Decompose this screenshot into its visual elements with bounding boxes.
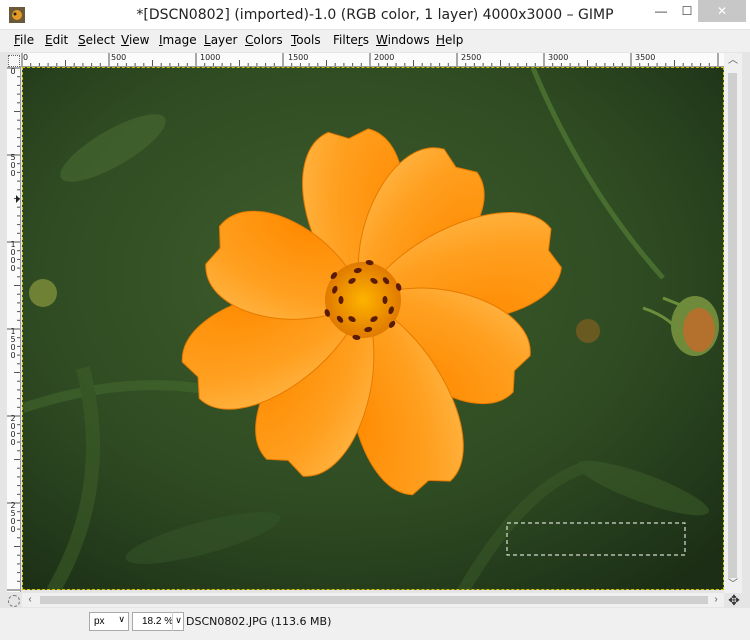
hruler-label: 2000 — [374, 53, 395, 62]
hruler-label: 1000 — [200, 53, 221, 62]
hruler-label: 500 — [111, 53, 127, 62]
menu-image[interactable]: Image — [159, 33, 197, 47]
zoom-value: 18.2 % — [142, 616, 174, 627]
vruler-label: 1000 — [10, 240, 16, 273]
maximize-icon: ☐ — [681, 4, 693, 18]
window-title: *[DSCN0802] (imported)-1.0 (RGB color, 1… — [136, 7, 614, 23]
title-bar: *[DSCN0802] (imported)-1.0 (RGB color, 1… — [0, 0, 750, 30]
vertical-ruler[interactable]: 0 500 1000 1500 2000 2500 — [7, 67, 21, 592]
close-icon: ✕ — [716, 4, 728, 18]
menu-filters[interactable]: Filters — [333, 33, 369, 47]
quick-mask-toggle-icon[interactable] — [8, 595, 20, 607]
hruler-label: 2500 — [461, 53, 482, 62]
flower-stamen — [338, 296, 344, 304]
pointer-menu-button[interactable] — [8, 55, 20, 67]
horizontal-ruler[interactable]: 0 500 1000 1500 2000 2500 3000 3500 — [20, 53, 724, 67]
image-canvas[interactable] — [22, 67, 724, 590]
vruler-label: 500 — [10, 153, 16, 178]
hruler-label: 0 — [23, 53, 29, 62]
hruler-label: 1500 — [288, 53, 309, 62]
vruler-label: 2000 — [10, 414, 16, 447]
horizontal-scroll-thumb[interactable] — [40, 596, 708, 604]
menu-file[interactable]: File — [14, 33, 34, 47]
vruler-label: 0 — [10, 67, 16, 76]
menu-colors[interactable]: Colors — [245, 33, 283, 47]
flower-photo — [23, 68, 723, 589]
vertical-scroll-thumb[interactable] — [728, 73, 737, 578]
menu-help[interactable]: Help — [436, 33, 463, 47]
navigate-icon[interactable]: ✥ — [726, 592, 742, 608]
flower-stamen — [382, 296, 388, 304]
unit-select[interactable]: px ∨ — [89, 612, 129, 631]
menu-select[interactable]: Select — [78, 33, 115, 47]
minimize-icon: — — [655, 4, 667, 18]
menu-layer[interactable]: Layer — [204, 33, 237, 47]
hruler-label: 3500 — [635, 53, 656, 62]
minimize-button[interactable]: — — [647, 0, 675, 22]
zoom-dropdown-icon[interactable]: ∨ — [172, 612, 184, 631]
maximize-button[interactable]: ☐ — [673, 0, 701, 22]
scroll-right-icon[interactable]: › — [710, 594, 722, 606]
menu-windows[interactable]: Windows — [376, 33, 430, 47]
horizontal-scrollbar[interactable]: ‹ › — [22, 593, 724, 607]
vertical-scrollbar[interactable]: ︿ ﹀ — [724, 53, 742, 593]
scroll-left-icon[interactable]: ‹ — [24, 594, 36, 606]
status-bar: px ∨ 18.2 % ∨ DSCN0802.JPG (113.6 MB) — [0, 609, 750, 640]
menu-bar: File Edit Select View Image Layer Colors… — [0, 30, 750, 50]
vruler-label: 1500 — [10, 327, 16, 360]
menu-tools[interactable]: Tools — [291, 33, 321, 47]
menu-view[interactable]: View — [121, 33, 149, 47]
close-button[interactable]: ✕ — [698, 0, 746, 22]
file-info: DSCN0802.JPG (113.6 MB) — [186, 615, 332, 628]
vruler-label: 2500 — [10, 501, 16, 534]
scroll-up-icon[interactable]: ︿ — [727, 55, 739, 67]
scroll-down-icon[interactable]: ﹀ — [727, 579, 739, 591]
unit-value: px — [94, 616, 105, 627]
menu-edit[interactable]: Edit — [45, 33, 68, 47]
chevron-down-icon: ∨ — [118, 614, 125, 624]
hruler-label: 3000 — [548, 53, 569, 62]
